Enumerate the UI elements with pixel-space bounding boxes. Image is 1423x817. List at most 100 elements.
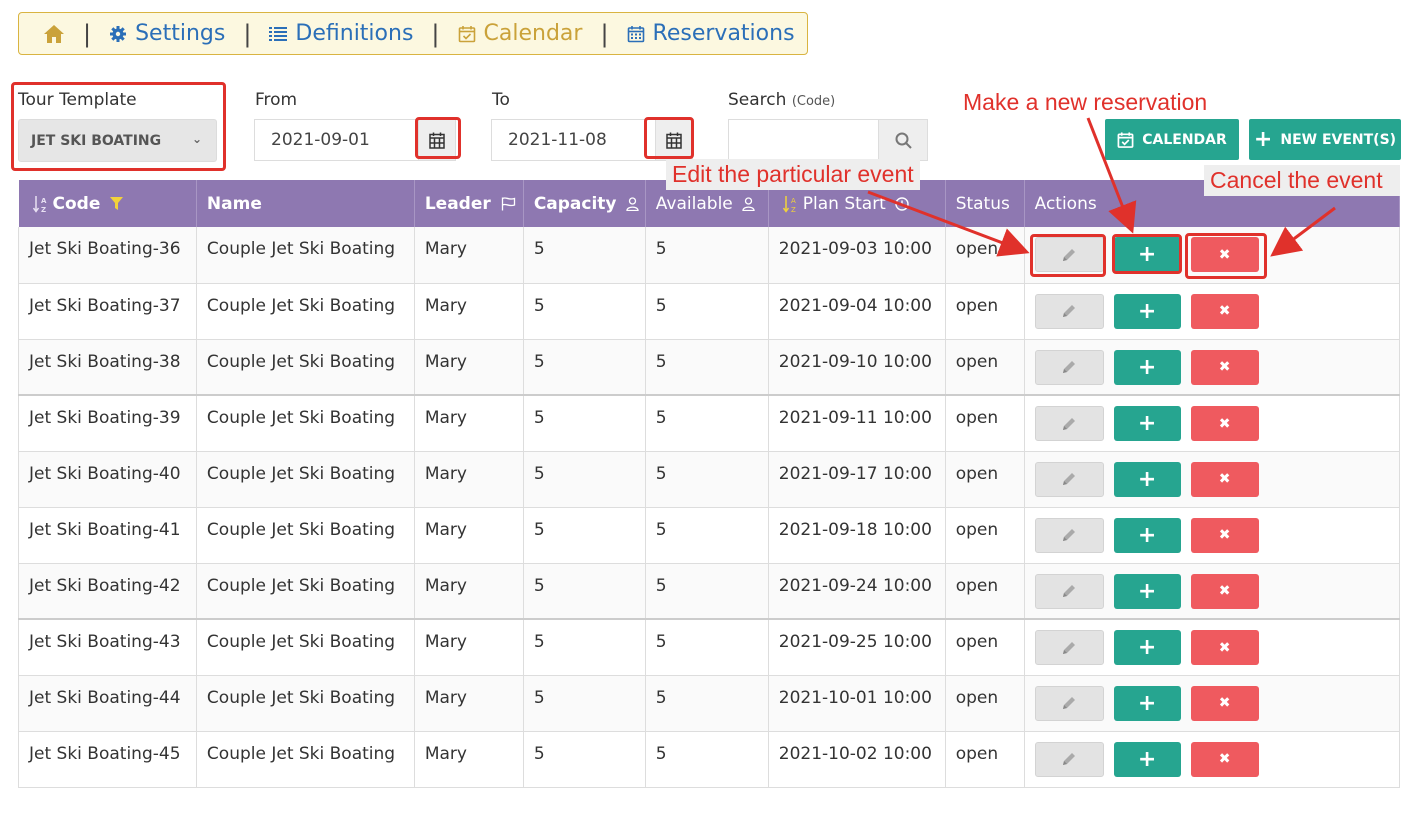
cell-actions: + ✖ (1024, 507, 1401, 564)
cell-code: Jet Ski Boating-41 (18, 507, 197, 564)
pencil-icon (1063, 473, 1076, 485)
tour-template-select[interactable]: JET SKI BOATING ⌄ (18, 119, 217, 162)
table-row: Jet Ski Boating-43 Couple Jet Ski Boating… (18, 619, 1401, 676)
plus-icon: + (1137, 354, 1157, 380)
plus-icon: + (1137, 242, 1157, 267)
nav-reservations[interactable]: Reservations (627, 21, 795, 46)
plus-icon: + (1137, 466, 1157, 492)
cell-available: 5 (645, 395, 769, 452)
cell-status: open (945, 731, 1025, 788)
add-reservation-button[interactable]: + (1113, 237, 1181, 272)
add-reservation-button[interactable]: + (1113, 517, 1181, 553)
cancel-event-button[interactable]: ✖ (1190, 517, 1259, 553)
column-header-capacity[interactable]: Capacity (523, 180, 646, 227)
edit-event-button[interactable] (1034, 237, 1104, 272)
cell-leader: Mary (414, 283, 524, 340)
cancel-event-button[interactable]: ✖ (1190, 685, 1259, 721)
pencil-icon (1063, 585, 1076, 597)
nav-definitions-label: Definitions (295, 21, 414, 46)
edit-event-button[interactable] (1034, 630, 1104, 665)
svg-text:A: A (791, 197, 796, 205)
cell-leader: Mary (414, 675, 524, 732)
cancel-event-button[interactable]: ✖ (1190, 573, 1259, 609)
cell-capacity: 5 (523, 339, 646, 396)
nav-definitions[interactable]: Definitions (269, 21, 413, 46)
nav-calendar[interactable]: Calendar (458, 21, 582, 46)
cancel-event-button[interactable]: ✖ (1190, 461, 1259, 497)
add-reservation-button[interactable]: + (1113, 630, 1181, 665)
home-link[interactable] (43, 24, 65, 44)
to-date-input[interactable]: 2021-11-08 (491, 119, 657, 161)
annotation-cancel-event: Cancel the event (1204, 165, 1400, 196)
cell-available: 5 (645, 731, 769, 788)
edit-event-button[interactable] (1034, 685, 1104, 721)
cancel-event-button[interactable]: ✖ (1190, 406, 1259, 441)
pencil-icon (1063, 305, 1076, 317)
edit-event-button[interactable] (1034, 349, 1104, 385)
plus-icon: + (1137, 746, 1157, 772)
pencil-icon (1063, 753, 1076, 765)
edit-event-button[interactable] (1034, 517, 1104, 553)
times-icon: ✖ (1218, 639, 1231, 656)
cell-name: Couple Jet Ski Boating (196, 507, 415, 564)
cell-name: Couple Jet Ski Boating (196, 339, 415, 396)
plus-icon: + (1137, 690, 1157, 716)
edit-event-button[interactable] (1034, 461, 1104, 497)
edit-event-button[interactable] (1034, 293, 1104, 329)
cell-code: Jet Ski Boating-44 (18, 675, 197, 732)
cancel-event-button[interactable]: ✖ (1190, 630, 1259, 665)
table-row: Jet Ski Boating-39 Couple Jet Ski Boating… (18, 395, 1401, 452)
plus-icon: + (1253, 126, 1273, 152)
name-header-label: Name (206, 193, 262, 214)
cell-code: Jet Ski Boating-38 (18, 339, 197, 396)
column-header-name[interactable]: Name (196, 180, 415, 227)
nav-settings[interactable]: Settings (109, 21, 225, 46)
times-icon: ✖ (1218, 303, 1231, 319)
new-events-button[interactable]: + NEW EVENT(S) (1249, 119, 1401, 160)
cell-available: 5 (645, 283, 769, 340)
edit-event-button[interactable] (1034, 406, 1104, 441)
search-button[interactable] (878, 119, 928, 161)
table-row: Jet Ski Boating-40 Couple Jet Ski Boating… (18, 451, 1401, 508)
search-input[interactable] (728, 119, 879, 161)
cell-capacity: 5 (523, 507, 646, 564)
cell-name: Couple Jet Ski Boating (196, 395, 415, 452)
cancel-event-button[interactable]: ✖ (1190, 293, 1259, 329)
cell-capacity: 5 (523, 395, 646, 452)
status-header-label: Status (955, 193, 1010, 214)
home-icon (44, 24, 64, 43)
from-date-input[interactable]: 2021-09-01 (254, 119, 420, 161)
column-header-leader[interactable]: Leader (414, 180, 524, 227)
add-reservation-button[interactable]: + (1113, 461, 1181, 497)
calendar-icon (429, 132, 445, 149)
add-reservation-button[interactable]: + (1113, 741, 1181, 777)
from-calendar-button[interactable] (418, 119, 456, 161)
cancel-event-button[interactable]: ✖ (1190, 741, 1259, 777)
actions-header-label: Actions (1034, 193, 1097, 214)
cell-actions: + ✖ (1024, 675, 1401, 732)
to-calendar-button[interactable] (655, 119, 693, 161)
edit-event-button[interactable] (1034, 573, 1104, 609)
cell-capacity: 5 (523, 563, 646, 620)
pencil-icon (1063, 417, 1076, 430)
add-reservation-button[interactable]: + (1113, 685, 1181, 721)
edit-event-button[interactable] (1034, 741, 1104, 777)
cell-name: Couple Jet Ski Boating (196, 675, 415, 732)
column-header-code[interactable]: A Z Code (18, 180, 197, 227)
add-reservation-button[interactable]: + (1113, 349, 1181, 385)
cell-capacity: 5 (523, 619, 646, 676)
column-header-status[interactable]: Status (945, 180, 1025, 227)
cell-actions: + ✖ (1024, 283, 1401, 340)
cancel-event-button[interactable]: ✖ (1190, 349, 1259, 385)
add-reservation-button[interactable]: + (1113, 293, 1181, 329)
add-reservation-button[interactable]: + (1113, 406, 1181, 441)
calendar-button-label: CALENDAR (1142, 131, 1227, 148)
cell-name: Couple Jet Ski Boating (196, 563, 415, 620)
calendar-button[interactable]: CALENDAR (1105, 119, 1239, 160)
cell-plan-start: 2021-09-17 10:00 (768, 451, 946, 508)
cancel-event-button[interactable]: ✖ (1190, 237, 1259, 272)
row-actions: + ✖ (1034, 517, 1399, 553)
search-hint: (Code) (791, 94, 836, 109)
add-reservation-button[interactable]: + (1113, 573, 1181, 609)
to-label: To (492, 90, 510, 110)
